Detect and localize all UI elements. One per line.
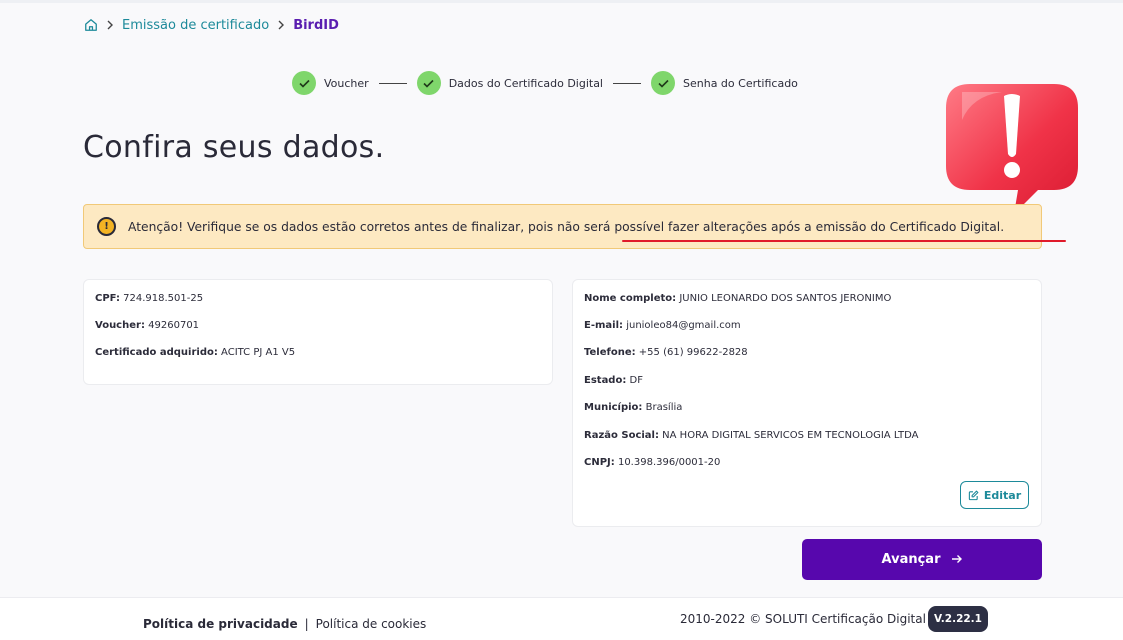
certificate-value: ACITC PJ A1 V5 bbox=[221, 347, 296, 358]
progress-stepper: Voucher Dados do Certificado Digital Sen… bbox=[292, 71, 798, 95]
breadcrumb-item-emissao[interactable]: Emissão de certificado bbox=[122, 18, 269, 33]
next-label: Avançar bbox=[881, 552, 941, 567]
voucher-value: 49260701 bbox=[148, 320, 200, 331]
cookie-policy-link[interactable]: Política de cookies bbox=[316, 617, 427, 631]
emphasis-underline bbox=[622, 240, 1066, 242]
voucher-row: Voucher: 49260701 bbox=[95, 320, 199, 331]
home-icon[interactable] bbox=[83, 18, 98, 33]
step-senha-certificado: Senha do Certificado bbox=[651, 71, 798, 95]
privacy-policy-link[interactable]: Política de privacidade bbox=[143, 617, 298, 631]
email-label: E-mail: bbox=[584, 320, 624, 331]
phone-value: +55 (61) 99622-2828 bbox=[638, 347, 748, 358]
customer-info-card: Nome completo: JUNIO LEONARDO DOS SANTOS… bbox=[572, 279, 1042, 527]
exclamation-bubble-icon bbox=[942, 80, 1082, 218]
step-label: Senha do Certificado bbox=[683, 76, 798, 90]
cnpj-label: CNPJ: bbox=[584, 457, 615, 468]
full-name-row: Nome completo: JUNIO LEONARDO DOS SANTOS… bbox=[584, 293, 891, 304]
copyright-text: 2010-2022 © SOLUTI Certificação Digital bbox=[680, 612, 926, 626]
company-name-value: NA HORA DIGITAL SERVICOS EM TECNOLOGIA L… bbox=[662, 430, 919, 441]
footer-separator: | bbox=[304, 617, 309, 631]
edit-label: Editar bbox=[983, 488, 1022, 502]
step-dados-certificado: Dados do Certificado Digital bbox=[416, 71, 603, 95]
full-name-value: JUNIO LEONARDO DOS SANTOS JERONIMO bbox=[679, 293, 892, 304]
company-name-row: Razão Social: NA HORA DIGITAL SERVICOS E… bbox=[584, 430, 919, 441]
phone-label: Telefone: bbox=[584, 347, 636, 358]
step-connector bbox=[613, 82, 641, 84]
step-connector bbox=[378, 82, 407, 84]
footer-links: Política de privacidade | Política de co… bbox=[143, 617, 426, 631]
phone-row: Telefone: +55 (61) 99622-2828 bbox=[584, 347, 748, 358]
check-icon bbox=[651, 71, 675, 95]
certificate-label: Certificado adquirido: bbox=[95, 347, 218, 358]
city-label: Município: bbox=[584, 402, 643, 413]
email-value: junioleo84@gmail.com bbox=[626, 320, 741, 331]
chevron-right-icon bbox=[277, 20, 285, 30]
state-row: Estado: DF bbox=[584, 375, 643, 386]
edit-icon bbox=[968, 490, 979, 500]
warning-icon: ! bbox=[97, 217, 116, 236]
check-icon bbox=[292, 71, 316, 95]
company-name-label: Razão Social: bbox=[584, 430, 659, 441]
step-label: Dados do Certificado Digital bbox=[448, 76, 603, 90]
city-row: Município: Brasília bbox=[584, 402, 682, 413]
arrow-right-icon bbox=[951, 552, 963, 568]
breadcrumb-item-current: BirdID bbox=[293, 17, 339, 33]
state-label: Estado: bbox=[584, 375, 627, 386]
check-icon bbox=[416, 71, 441, 95]
alert-text-emphasis: não será possível fazer alterações após … bbox=[557, 219, 1005, 234]
state-value: DF bbox=[629, 375, 643, 386]
city-value: Brasília bbox=[645, 402, 683, 413]
version-badge: V.2.22.1 bbox=[928, 606, 988, 632]
certificate-row: Certificado adquirido: ACITC PJ A1 V5 bbox=[95, 347, 295, 358]
warning-alert: ! Atenção! Verifique se os dados estão c… bbox=[83, 204, 1066, 249]
cpf-value: 724.918.501-25 bbox=[123, 293, 204, 304]
edit-button[interactable]: Editar bbox=[960, 481, 1029, 509]
cnpj-row: CNPJ: 10.398.396/0001-20 bbox=[584, 457, 720, 468]
cpf-label: CPF: bbox=[95, 293, 120, 304]
step-voucher: Voucher bbox=[292, 71, 369, 95]
page-title: Confira seus dados. bbox=[83, 130, 385, 165]
top-border bbox=[0, 0, 1123, 3]
chevron-right-icon bbox=[106, 20, 114, 30]
alert-text-start: Atenção! Verifique se os dados estão cor… bbox=[128, 219, 558, 234]
next-button[interactable]: Avançar bbox=[802, 539, 1042, 580]
breadcrumb: Emissão de certificado BirdID bbox=[83, 16, 339, 34]
full-name-label: Nome completo: bbox=[584, 293, 677, 304]
step-label: Voucher bbox=[324, 76, 369, 90]
cpf-row: CPF: 724.918.501-25 bbox=[95, 293, 203, 304]
cnpj-value: 10.398.396/0001-20 bbox=[617, 457, 721, 468]
email-row: E-mail: junioleo84@gmail.com bbox=[584, 320, 741, 331]
footer: Política de privacidade | Política de co… bbox=[0, 597, 1123, 640]
alert-text: Atenção! Verifique se os dados estão cor… bbox=[128, 220, 1004, 234]
purchase-info-card: CPF: 724.918.501-25 Voucher: 49260701 Ce… bbox=[83, 279, 553, 385]
voucher-label: Voucher: bbox=[95, 320, 145, 331]
